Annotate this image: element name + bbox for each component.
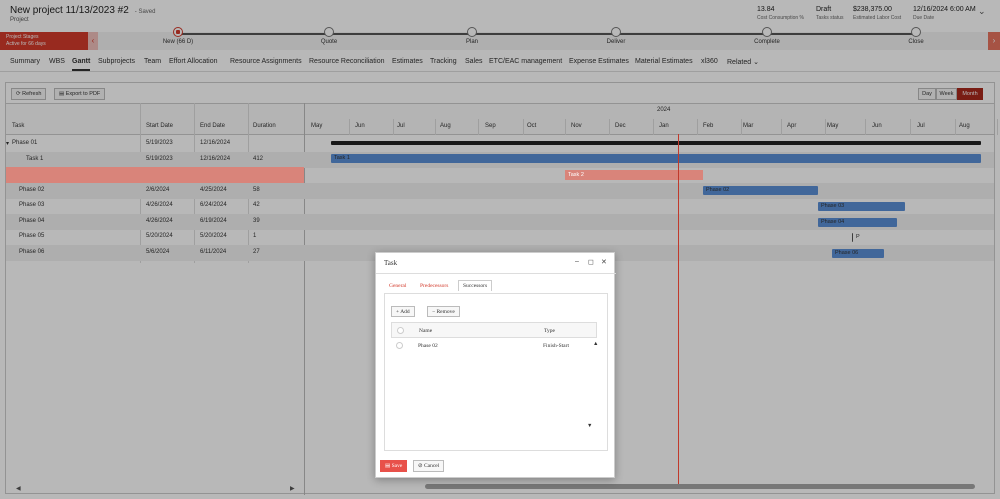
successor-row[interactable]: Phase 02 Finish-Start ▲ xyxy=(391,338,598,353)
selected-row-task-2[interactable] xyxy=(6,167,304,183)
col-type[interactable]: Type xyxy=(544,328,555,334)
scroll-up-icon[interactable]: ▲ xyxy=(593,341,598,347)
dialog-title: Task xyxy=(384,259,398,267)
remove-button[interactable]: − Remove xyxy=(427,306,460,317)
cancel-button[interactable]: ⊘ Cancel xyxy=(413,460,445,472)
maximize-icon[interactable]: ◻ xyxy=(588,258,594,266)
task-dialog: Task – ◻ ✕ General Predecessors Successo… xyxy=(375,252,616,478)
close-icon[interactable]: ✕ xyxy=(601,258,607,266)
add-button[interactable]: + Add xyxy=(391,306,415,317)
save-icon: ▤ xyxy=(385,463,391,469)
row-checkbox[interactable] xyxy=(396,342,403,349)
successors-panel: + Add − Remove Name Type Phase 02 Finish… xyxy=(384,293,608,451)
tab-predecessors[interactable]: Predecessors xyxy=(420,283,448,289)
minimize-icon[interactable]: – xyxy=(575,258,579,265)
successors-header: Name Type xyxy=(391,322,597,338)
today-line xyxy=(678,134,679,489)
scroll-down-icon[interactable]: ▼ xyxy=(587,423,592,429)
save-button[interactable]: ▤ Save xyxy=(380,460,408,472)
select-all-checkbox[interactable] xyxy=(397,327,404,334)
bar-task-2[interactable]: Task 2 xyxy=(565,170,703,180)
col-name[interactable]: Name xyxy=(419,328,432,334)
successor-type: Finish-Start xyxy=(543,343,569,349)
cancel-icon: ⊘ xyxy=(418,463,423,469)
horizontal-scrollbar[interactable] xyxy=(425,484,975,489)
tab-successors[interactable]: Successors xyxy=(458,280,493,291)
tab-general[interactable]: General xyxy=(389,283,406,289)
successor-name: Phase 02 xyxy=(418,343,438,349)
